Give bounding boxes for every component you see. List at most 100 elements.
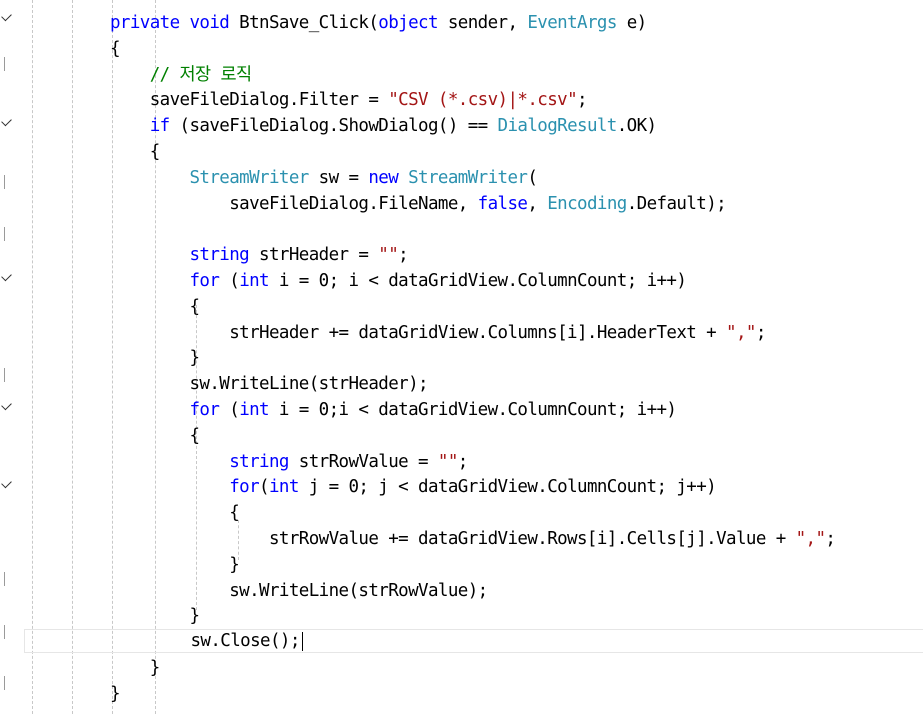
code-token: strHeader += dataGridView.Columns[i].Hea… xyxy=(229,322,727,343)
code-token: j = 0; j < dataGridView.ColumnCount; j++… xyxy=(298,477,717,498)
code-line[interactable]: { xyxy=(110,294,201,320)
change-bar-icon xyxy=(4,57,5,71)
code-token: "," xyxy=(726,322,756,343)
code-token: StreamWriter xyxy=(408,167,528,188)
code-token: strRowValue += dataGridView.Rows[i].Cell… xyxy=(268,529,796,549)
indent-guide xyxy=(72,0,73,714)
code-token: "" xyxy=(437,451,458,472)
code-line[interactable]: StreamWriter sw = new StreamWriter( xyxy=(110,165,538,191)
code-token: StreamWriter xyxy=(189,167,310,188)
code-token: "," xyxy=(795,529,826,549)
code-token: new xyxy=(368,167,399,188)
code-line[interactable]: strHeader += dataGridView.Columns[i].Hea… xyxy=(110,320,766,346)
code-token: int xyxy=(239,271,269,291)
code-line[interactable]: } xyxy=(110,552,240,578)
code-token: EventArgs xyxy=(527,13,617,33)
code-line[interactable]: for (int i = 0;i < dataGridView.ColumnCo… xyxy=(110,397,677,423)
code-line[interactable]: { xyxy=(110,500,240,526)
code-token: } xyxy=(229,554,240,575)
code-line[interactable]: for(int j = 0; j < dataGridView.ColumnCo… xyxy=(110,474,716,500)
code-token: object xyxy=(378,13,438,33)
collapse-chevron-icon[interactable] xyxy=(1,399,12,411)
collapse-chevron-icon[interactable] xyxy=(1,477,12,489)
collapse-chevron-icon[interactable] xyxy=(1,115,12,127)
code-line[interactable]: } xyxy=(110,655,161,681)
code-line[interactable]: // 저장 로직 xyxy=(110,62,252,88)
code-token: .Default); xyxy=(626,193,727,214)
code-line[interactable]: } xyxy=(110,681,121,707)
code-token: for xyxy=(189,400,220,420)
code-token: ( xyxy=(219,400,240,420)
indent-guide xyxy=(32,0,33,714)
code-token: { xyxy=(149,142,161,162)
code-editor[interactable]: private void BtnSave_Click(object sender… xyxy=(0,0,923,714)
code-line[interactable]: private void BtnSave_Click(object sender… xyxy=(110,10,647,36)
code-line[interactable]: if (saveFileDialog.ShowDialog() == Dialo… xyxy=(110,113,657,139)
code-token: int xyxy=(239,400,269,420)
code-token: sender, xyxy=(437,13,528,33)
code-token: e) xyxy=(616,13,647,33)
code-line[interactable]: string strRowValue = ""; xyxy=(110,449,468,475)
code-token: if xyxy=(149,116,170,137)
code-line[interactable]: } xyxy=(110,603,201,629)
code-token: ( xyxy=(259,477,270,498)
code-line[interactable]: sw.Close(); xyxy=(24,629,923,654)
code-token: Encoding xyxy=(547,193,627,214)
code-line[interactable]: sw.WriteLine(strRowValue); xyxy=(110,578,488,604)
code-token: false xyxy=(477,193,528,214)
code-line[interactable]: sw.WriteLine(strHeader); xyxy=(110,371,429,397)
collapse-chevron-icon[interactable] xyxy=(1,10,12,22)
code-line[interactable]: for (int i = 0; i < dataGridView.ColumnC… xyxy=(110,268,687,294)
change-bar-icon xyxy=(4,625,5,639)
code-token: strHeader = xyxy=(249,245,379,266)
code-token: { xyxy=(189,296,201,317)
editor-gutter xyxy=(0,0,18,714)
code-token: { xyxy=(110,38,121,59)
code-token: // 저장 로직 xyxy=(149,64,252,85)
code-token: string xyxy=(189,245,250,266)
code-token: ; xyxy=(398,245,409,266)
code-token: BtnSave_Click( xyxy=(229,13,379,33)
code-line[interactable]: { xyxy=(110,139,161,165)
code-line[interactable]: saveFileDialog.FileName, false, Encoding… xyxy=(110,191,726,217)
code-token: ; xyxy=(577,90,588,111)
code-line[interactable]: { xyxy=(110,423,201,449)
code-token: sw.Close(); xyxy=(190,631,301,652)
code-token: { xyxy=(229,503,240,524)
code-token: saveFileDialog.Filter = xyxy=(149,90,389,111)
code-token: strRowValue = xyxy=(288,451,438,472)
code-token: { xyxy=(189,425,201,446)
code-token: i = 0; i < dataGridView.ColumnCount; i++… xyxy=(269,271,687,291)
code-token: .OK) xyxy=(616,116,657,137)
code-line[interactable]: } xyxy=(110,345,201,371)
code-line[interactable]: strRowValue += dataGridView.Rows[i].Cell… xyxy=(110,526,836,552)
code-token: int xyxy=(268,477,299,498)
code-line[interactable]: saveFileDialog.Filter = "CSV (*.csv)|*.c… xyxy=(110,87,588,113)
text-caret xyxy=(301,631,304,651)
code-token: } xyxy=(110,683,121,704)
code-token: sw.WriteLine(strRowValue); xyxy=(229,580,488,601)
code-token: sw.WriteLine(strHeader); xyxy=(189,374,429,395)
collapse-chevron-icon[interactable] xyxy=(1,270,12,282)
code-token: ( xyxy=(527,167,538,188)
code-token: i = 0;i < dataGridView.ColumnCount; i++) xyxy=(269,400,677,420)
code-line[interactable]: { xyxy=(110,36,121,62)
code-line[interactable]: string strHeader = ""; xyxy=(110,242,409,268)
